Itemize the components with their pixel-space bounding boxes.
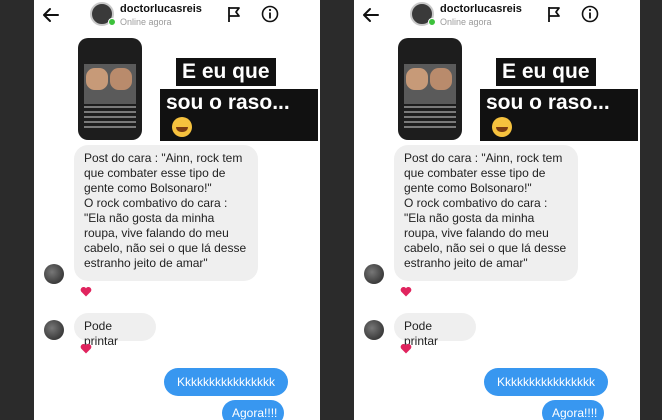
message-line: gente como Bolsonaro!" — [84, 181, 212, 195]
heart-icon — [400, 343, 412, 354]
laughing-emoji-icon — [172, 117, 192, 138]
story-overlay-caption: E eu que sou o raso... — [480, 58, 638, 144]
message-line: Post do cara : "Ainn, rock tem — [404, 151, 563, 165]
message-line: O rock combativo do cara : — [404, 196, 548, 210]
overlay-line-1: E eu que — [496, 58, 596, 86]
sent-message-agora: Agora!!!! — [542, 400, 604, 420]
screenshot-stage: doctorlucasreis Online agora E eu que so… — [0, 0, 662, 420]
info-icon[interactable] — [581, 5, 599, 23]
chat-header: doctorlucasreis Online agora — [354, 0, 640, 33]
info-icon[interactable] — [261, 5, 279, 23]
sent-message-laugh: Kkkkkkkkkkkkkkkk — [164, 368, 288, 396]
sender-avatar[interactable] — [44, 264, 64, 284]
chat-panel-right: doctorlucasreis Online agora E eu que so… — [354, 0, 640, 420]
overlay-line-2: sou o raso... — [160, 89, 318, 141]
overlay-line-2-text: sou o raso... — [166, 91, 290, 114]
laughing-emoji-icon — [492, 117, 512, 138]
online-indicator — [108, 18, 116, 26]
message-line: Post do cara : "Ainn, rock tem — [84, 151, 243, 165]
story-reply-thumbnail[interactable] — [78, 38, 142, 140]
online-status: Online agora — [440, 17, 492, 27]
story-face — [406, 68, 428, 90]
message-line: estranho jeito de amar" — [404, 256, 528, 270]
story-caption-lines — [84, 106, 136, 130]
message-line: gente como Bolsonaro!" — [404, 181, 532, 195]
sender-avatar[interactable] — [44, 320, 64, 340]
story-face — [86, 68, 108, 90]
heart-icon — [80, 343, 92, 354]
heart-icon — [400, 286, 412, 297]
story-face — [110, 68, 132, 90]
sent-message-laugh: Kkkkkkkkkkkkkkkk — [484, 368, 608, 396]
sent-message-agora: Agora!!!! — [222, 400, 284, 420]
message-line: "Ela não gosta da minha — [404, 211, 535, 225]
overlay-line-1: E eu que — [176, 58, 276, 86]
username[interactable]: doctorlucasreis — [120, 3, 202, 15]
message-line: "Ela não gosta da minha — [84, 211, 215, 225]
message-line: que combater esse tipo de — [404, 166, 546, 180]
chat-header: doctorlucasreis Online agora — [34, 0, 320, 33]
flag-icon[interactable] — [546, 5, 562, 23]
heart-icon — [80, 286, 92, 297]
message-line: que combater esse tipo de — [84, 166, 226, 180]
online-indicator — [428, 18, 436, 26]
back-arrow-icon[interactable] — [40, 4, 62, 26]
message-line: cabelo, não sei o que lá desse — [404, 241, 567, 255]
story-caption-lines — [404, 106, 456, 130]
chat-panel-left: doctorlucasreis Online agora E eu que so… — [34, 0, 320, 420]
received-message-print: Pode printar — [74, 313, 156, 348]
message-line: estranho jeito de amar" — [84, 256, 208, 270]
overlay-line-2-text: sou o raso... — [486, 91, 610, 114]
flag-icon[interactable] — [226, 5, 242, 23]
online-status: Online agora — [120, 17, 172, 27]
story-reply-thumbnail[interactable] — [398, 38, 462, 140]
sender-avatar[interactable] — [364, 264, 384, 284]
back-arrow-icon[interactable] — [360, 4, 382, 26]
message-line: roupa, vive falando do meu — [404, 226, 549, 240]
story-face — [430, 68, 452, 90]
story-overlay-caption: E eu que sou o raso... — [160, 58, 318, 144]
message-line: roupa, vive falando do meu — [84, 226, 229, 240]
message-line: O rock combativo do cara : — [84, 196, 228, 210]
received-message-post: Post do cara : "Ainn, rock tem que comba… — [74, 145, 258, 281]
sender-avatar[interactable] — [364, 320, 384, 340]
message-line: cabelo, não sei o que lá desse — [84, 241, 247, 255]
username[interactable]: doctorlucasreis — [440, 3, 522, 15]
received-message-print: Pode printar — [394, 313, 476, 348]
overlay-line-2: sou o raso... — [480, 89, 638, 141]
received-message-post: Post do cara : "Ainn, rock tem que comba… — [394, 145, 578, 281]
